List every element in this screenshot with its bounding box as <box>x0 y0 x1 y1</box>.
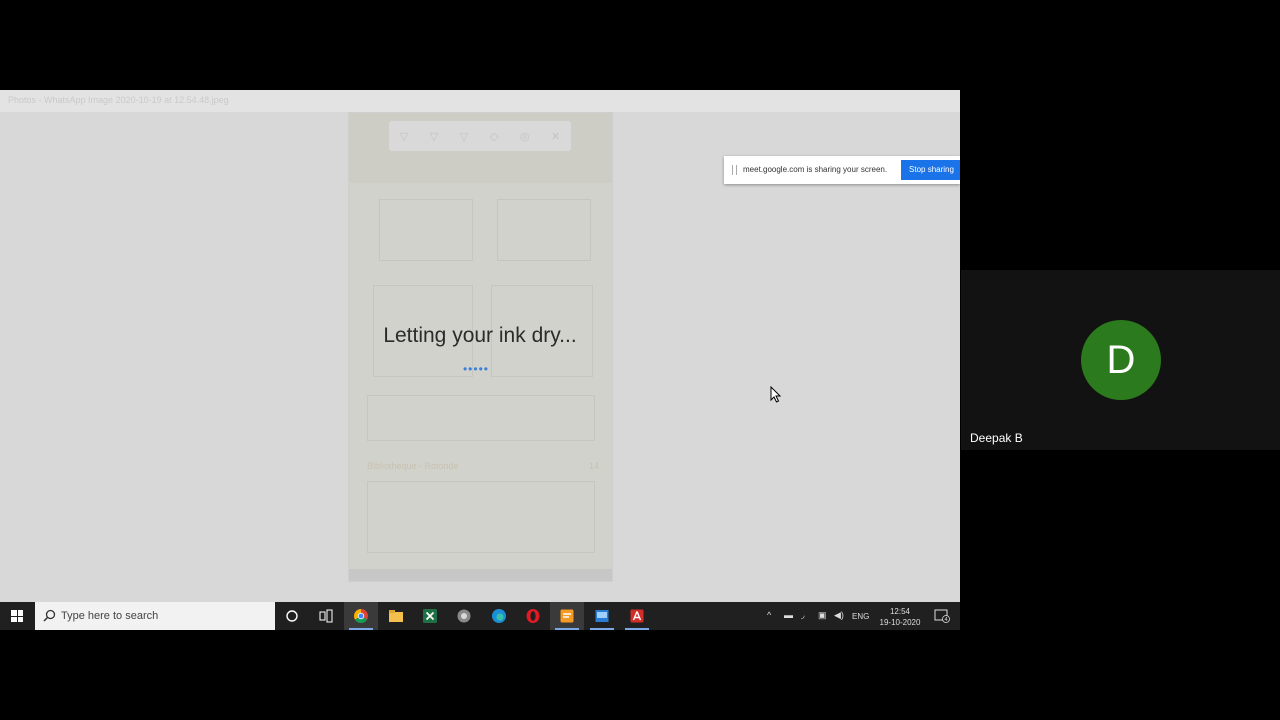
notification-icon: 4 <box>934 609 950 623</box>
eraser-icon: ◇ <box>489 130 499 143</box>
share-message: meet.google.com is sharing your screen. <box>743 165 888 174</box>
system-tray: ^ ▬ ◞ ▣ ◀) ENG 12:54 19-10-2020 4 <box>764 602 960 630</box>
excel-icon <box>423 609 437 623</box>
active-indicator <box>349 628 373 630</box>
volume-icon[interactable]: ◀) <box>834 610 844 621</box>
search-icon <box>43 609 56 622</box>
taskbar-app[interactable] <box>447 602 481 630</box>
taskbar-file-explorer[interactable] <box>379 602 413 630</box>
file-explorer-icon <box>389 610 403 622</box>
task-view-button[interactable] <box>309 602 343 630</box>
active-indicator <box>625 628 649 630</box>
stop-sharing-button[interactable]: Stop sharing <box>901 160 960 180</box>
clock-time: 12:54 <box>889 607 911 616</box>
taskbar-chrome[interactable] <box>344 602 378 630</box>
edge-icon <box>492 609 506 623</box>
avatar: D <box>1081 320 1161 400</box>
start-button[interactable] <box>0 602 34 630</box>
taskbar-paint[interactable] <box>585 602 619 630</box>
paint-icon <box>595 610 609 622</box>
sticky-app-icon <box>560 609 574 623</box>
network-icon[interactable]: ▣ <box>818 610 827 621</box>
pen-icon: ▽ <box>399 130 409 143</box>
loading-message: Letting your ink dry... <box>383 324 577 347</box>
cortana-button[interactable] <box>275 602 309 630</box>
taskbar-sticky-app[interactable] <box>550 602 584 630</box>
screen-share-banner: meet.google.com is sharing your screen. … <box>724 156 960 184</box>
photo-footer <box>349 569 612 581</box>
acrobat-icon <box>630 609 644 623</box>
taskbar-acrobat[interactable] <box>620 602 654 630</box>
plan-sketch <box>379 199 473 261</box>
settings-icon: ◎ <box>519 130 530 143</box>
clock-date: 19-10-2020 <box>879 618 921 627</box>
shared-screen: Photos - WhatsApp Image 2020-10-19 at 12… <box>0 90 960 630</box>
battery-icon[interactable]: ▬ <box>784 610 793 620</box>
search-input[interactable]: Type here to search <box>61 610 158 622</box>
pen-icon: ▽ <box>429 130 439 143</box>
task-view-icon <box>319 609 333 623</box>
drag-handle-icon[interactable] <box>732 165 737 175</box>
active-indicator <box>590 628 614 630</box>
taskbar-excel[interactable] <box>413 602 447 630</box>
plan-sketch <box>497 199 591 261</box>
chevron-up-icon[interactable]: ^ <box>767 610 771 620</box>
photos-title-bar: Photos - WhatsApp Image 2020-10-19 at 12… <box>0 90 960 112</box>
document-page-number: 14 <box>589 461 600 471</box>
opera-icon <box>526 609 540 623</box>
participant-name: Deepak B <box>970 431 1023 445</box>
document-caption: Bibliotheque - Rotonde <box>367 461 459 471</box>
taskbar-opera[interactable] <box>516 602 550 630</box>
highlighter-icon: ▽ <box>459 130 469 143</box>
participant-tile[interactable]: D Deepak B <box>961 270 1280 450</box>
taskbar-edge[interactable] <box>482 602 516 630</box>
text-block <box>367 481 595 553</box>
loading-indicator: ••••• <box>462 362 489 376</box>
clock[interactable]: 12:54 19-10-2020 <box>874 606 926 628</box>
plan-sketch <box>367 395 595 441</box>
language-indicator[interactable]: ENG <box>852 612 869 621</box>
mouse-cursor-icon <box>770 386 782 403</box>
notifications-button[interactable]: 4 <box>930 602 954 630</box>
ink-toolbar: ▽ ▽ ▽ ◇ ◎ ✕ <box>389 121 571 151</box>
chrome-icon <box>354 609 368 623</box>
close-icon: ✕ <box>550 130 561 143</box>
windows-logo-icon <box>11 610 23 622</box>
active-indicator <box>555 628 579 630</box>
app-icon <box>457 609 471 623</box>
window-title: Photos - WhatsApp Image 2020-10-19 at 12… <box>8 95 229 105</box>
wifi-icon[interactable]: ◞ <box>801 610 805 621</box>
notification-count: 4 <box>944 617 947 623</box>
taskbar-search-box[interactable]: Type here to search <box>35 602 275 630</box>
taskbar: Type here to search ^ ▬ ◞ ▣ ◀) ENG 12:54… <box>0 602 960 630</box>
cortana-icon <box>286 610 298 622</box>
